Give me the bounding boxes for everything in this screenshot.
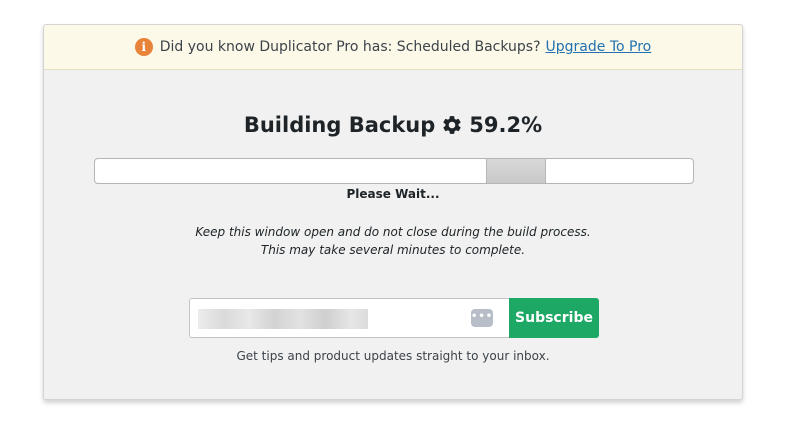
- progress-bar: [94, 158, 694, 184]
- build-title-text: Building Backup: [243, 113, 436, 137]
- keep-open-line-1: Keep this window open and do not close d…: [195, 225, 591, 239]
- upgrade-to-pro-link[interactable]: Upgrade To Pro: [546, 39, 652, 55]
- subscribe-button[interactable]: Subscribe: [509, 298, 599, 338]
- keep-open-message: Keep this window open and do not close d…: [44, 223, 742, 259]
- info-icon: i: [134, 38, 153, 56]
- more-dots-icon[interactable]: •••: [471, 309, 493, 327]
- email-field[interactable]: •••: [189, 298, 509, 338]
- subscribe-form: ••• Subscribe: [189, 298, 599, 338]
- upgrade-notice: i Did you know Duplicator Pro has: Sched…: [44, 25, 742, 70]
- build-panel: i Did you know Duplicator Pro has: Sched…: [43, 24, 743, 400]
- redacted-email-value: [198, 309, 368, 329]
- keep-open-line-2: This may take several minutes to complet…: [260, 243, 526, 257]
- build-title: Building Backup 59.2%: [44, 113, 742, 137]
- build-percent: 59.2%: [469, 113, 543, 137]
- tips-text: Get tips and product updates straight to…: [236, 349, 550, 363]
- gear-icon: [441, 114, 463, 136]
- status-text: Please Wait...: [346, 187, 440, 201]
- notice-text: Did you know Duplicator Pro has: Schedul…: [159, 39, 541, 55]
- progress-indicator: [486, 159, 546, 183]
